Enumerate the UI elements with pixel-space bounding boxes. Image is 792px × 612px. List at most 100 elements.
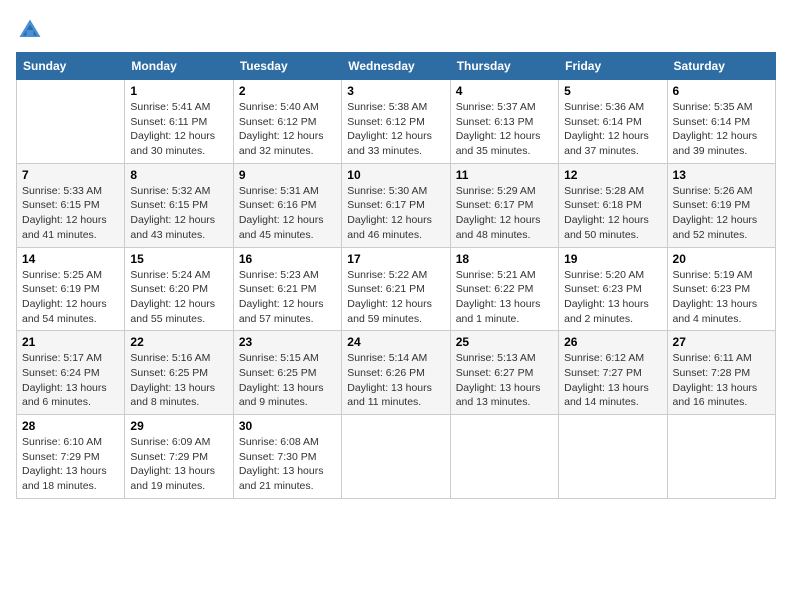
cell-content: Sunrise: 5:30 AM Sunset: 6:17 PM Dayligh… xyxy=(347,184,444,243)
calendar-cell: 15Sunrise: 5:24 AM Sunset: 6:20 PM Dayli… xyxy=(125,247,233,331)
calendar-cell: 8 Sunrise: 5:32 AM Sunset: 6:15 PM Daylig… xyxy=(125,163,233,247)
day-number: 21 xyxy=(22,335,119,349)
cell-content: Sunrise: 6:09 AM Sunset: 7:29 PM Dayligh… xyxy=(130,435,227,494)
week-row-3: 21 Sunrise: 5:17 AM Sunset: 6:24 PM Dayli… xyxy=(17,331,776,415)
day-number: 16 xyxy=(239,252,336,266)
week-row-4: 28 Sunrise: 6:10 AM Sunset: 7:29 PM Dayli… xyxy=(17,415,776,499)
calendar-cell xyxy=(450,415,558,499)
calendar-cell: 23 Sunrise: 5:15 AM Sunset: 6:25 PM Dayli… xyxy=(233,331,341,415)
cell-content: Sunrise: 5:23 AM Sunset: 6:21 PM Dayligh… xyxy=(239,268,336,327)
calendar-cell: 27 Sunrise: 6:11 AM Sunset: 7:28 PM Dayli… xyxy=(667,331,775,415)
calendar-cell: 26 Sunrise: 6:12 AM Sunset: 7:27 PM Dayli… xyxy=(559,331,667,415)
cell-content: Sunrise: 5:16 AM Sunset: 6:25 PM Dayligh… xyxy=(130,351,227,410)
calendar-cell: 24 Sunrise: 5:14 AM Sunset: 6:26 PM Dayli… xyxy=(342,331,450,415)
day-number: 17 xyxy=(347,252,444,266)
cell-content: Sunrise: 6:12 AM Sunset: 7:27 PM Dayligh… xyxy=(564,351,661,410)
calendar-cell: 11Sunrise: 5:29 AM Sunset: 6:17 PM Dayli… xyxy=(450,163,558,247)
logo-icon xyxy=(16,16,44,44)
cell-content: Sunrise: 5:33 AM Sunset: 6:15 PM Dayligh… xyxy=(22,184,119,243)
calendar-cell: 28 Sunrise: 6:10 AM Sunset: 7:29 PM Dayli… xyxy=(17,415,125,499)
day-number: 3 xyxy=(347,84,444,98)
day-number: 14 xyxy=(22,252,119,266)
week-row-2: 14 Sunrise: 5:25 AM Sunset: 6:19 PM Dayli… xyxy=(17,247,776,331)
calendar-cell: 6 Sunrise: 5:35 AM Sunset: 6:14 PM Daylig… xyxy=(667,80,775,164)
header-monday: Monday xyxy=(125,53,233,80)
day-number: 23 xyxy=(239,335,336,349)
cell-content: Sunrise: 5:37 AM Sunset: 6:13 PM Dayligh… xyxy=(456,100,553,159)
calendar-table: SundayMondayTuesdayWednesdayThursdayFrid… xyxy=(16,52,776,499)
day-number: 10 xyxy=(347,168,444,182)
day-number: 5 xyxy=(564,84,661,98)
week-row-1: 7Sunrise: 5:33 AM Sunset: 6:15 PM Daylig… xyxy=(17,163,776,247)
calendar-cell xyxy=(667,415,775,499)
day-number: 4 xyxy=(456,84,553,98)
day-number: 6 xyxy=(673,84,770,98)
calendar-cell: 20 Sunrise: 5:19 AM Sunset: 6:23 PM Dayli… xyxy=(667,247,775,331)
header-row: SundayMondayTuesdayWednesdayThursdayFrid… xyxy=(17,53,776,80)
day-number: 13 xyxy=(673,168,770,182)
cell-content: Sunrise: 6:10 AM Sunset: 7:29 PM Dayligh… xyxy=(22,435,119,494)
calendar-header: SundayMondayTuesdayWednesdayThursdayFrid… xyxy=(17,53,776,80)
day-number: 12 xyxy=(564,168,661,182)
day-number: 8 xyxy=(130,168,227,182)
calendar-cell: 30Sunrise: 6:08 AM Sunset: 7:30 PM Dayli… xyxy=(233,415,341,499)
calendar-cell: 7Sunrise: 5:33 AM Sunset: 6:15 PM Daylig… xyxy=(17,163,125,247)
header-thursday: Thursday xyxy=(450,53,558,80)
calendar-cell: 4 Sunrise: 5:37 AM Sunset: 6:13 PM Daylig… xyxy=(450,80,558,164)
calendar-cell: 3 Sunrise: 5:38 AM Sunset: 6:12 PM Daylig… xyxy=(342,80,450,164)
calendar-cell: 22 Sunrise: 5:16 AM Sunset: 6:25 PM Dayli… xyxy=(125,331,233,415)
calendar-cell: 1 Sunrise: 5:41 AM Sunset: 6:11 PM Daylig… xyxy=(125,80,233,164)
cell-content: Sunrise: 5:41 AM Sunset: 6:11 PM Dayligh… xyxy=(130,100,227,159)
header-sunday: Sunday xyxy=(17,53,125,80)
calendar-cell: 16 Sunrise: 5:23 AM Sunset: 6:21 PM Dayli… xyxy=(233,247,341,331)
day-number: 20 xyxy=(673,252,770,266)
cell-content: Sunrise: 5:31 AM Sunset: 6:16 PM Dayligh… xyxy=(239,184,336,243)
cell-content: Sunrise: 5:15 AM Sunset: 6:25 PM Dayligh… xyxy=(239,351,336,410)
cell-content: Sunrise: 5:22 AM Sunset: 6:21 PM Dayligh… xyxy=(347,268,444,327)
cell-content: Sunrise: 5:32 AM Sunset: 6:15 PM Dayligh… xyxy=(130,184,227,243)
cell-content: Sunrise: 5:21 AM Sunset: 6:22 PM Dayligh… xyxy=(456,268,553,327)
header-tuesday: Tuesday xyxy=(233,53,341,80)
cell-content: Sunrise: 5:36 AM Sunset: 6:14 PM Dayligh… xyxy=(564,100,661,159)
cell-content: Sunrise: 6:11 AM Sunset: 7:28 PM Dayligh… xyxy=(673,351,770,410)
calendar-cell: 12 Sunrise: 5:28 AM Sunset: 6:18 PM Dayli… xyxy=(559,163,667,247)
day-number: 28 xyxy=(22,419,119,433)
calendar-cell xyxy=(559,415,667,499)
header-friday: Friday xyxy=(559,53,667,80)
day-number: 2 xyxy=(239,84,336,98)
calendar-body: 1 Sunrise: 5:41 AM Sunset: 6:11 PM Daylig… xyxy=(17,80,776,499)
logo xyxy=(16,16,48,44)
day-number: 25 xyxy=(456,335,553,349)
day-number: 1 xyxy=(130,84,227,98)
calendar-cell xyxy=(17,80,125,164)
cell-content: Sunrise: 5:25 AM Sunset: 6:19 PM Dayligh… xyxy=(22,268,119,327)
cell-content: Sunrise: 5:35 AM Sunset: 6:14 PM Dayligh… xyxy=(673,100,770,159)
calendar-cell: 2Sunrise: 5:40 AM Sunset: 6:12 PM Daylig… xyxy=(233,80,341,164)
calendar-cell: 29 Sunrise: 6:09 AM Sunset: 7:29 PM Dayli… xyxy=(125,415,233,499)
cell-content: Sunrise: 5:26 AM Sunset: 6:19 PM Dayligh… xyxy=(673,184,770,243)
day-number: 29 xyxy=(130,419,227,433)
cell-content: Sunrise: 5:28 AM Sunset: 6:18 PM Dayligh… xyxy=(564,184,661,243)
cell-content: Sunrise: 5:24 AM Sunset: 6:20 PM Dayligh… xyxy=(130,268,227,327)
calendar-cell: 9Sunrise: 5:31 AM Sunset: 6:16 PM Daylig… xyxy=(233,163,341,247)
cell-content: Sunrise: 5:38 AM Sunset: 6:12 PM Dayligh… xyxy=(347,100,444,159)
cell-content: Sunrise: 5:14 AM Sunset: 6:26 PM Dayligh… xyxy=(347,351,444,410)
day-number: 19 xyxy=(564,252,661,266)
cell-content: Sunrise: 5:29 AM Sunset: 6:17 PM Dayligh… xyxy=(456,184,553,243)
cell-content: Sunrise: 5:17 AM Sunset: 6:24 PM Dayligh… xyxy=(22,351,119,410)
day-number: 22 xyxy=(130,335,227,349)
calendar-cell: 25Sunrise: 5:13 AM Sunset: 6:27 PM Dayli… xyxy=(450,331,558,415)
day-number: 24 xyxy=(347,335,444,349)
calendar-cell: 17 Sunrise: 5:22 AM Sunset: 6:21 PM Dayli… xyxy=(342,247,450,331)
calendar-cell xyxy=(342,415,450,499)
calendar-cell: 21 Sunrise: 5:17 AM Sunset: 6:24 PM Dayli… xyxy=(17,331,125,415)
calendar-cell: 10 Sunrise: 5:30 AM Sunset: 6:17 PM Dayli… xyxy=(342,163,450,247)
cell-content: Sunrise: 6:08 AM Sunset: 7:30 PM Dayligh… xyxy=(239,435,336,494)
cell-content: Sunrise: 5:19 AM Sunset: 6:23 PM Dayligh… xyxy=(673,268,770,327)
day-number: 18 xyxy=(456,252,553,266)
day-number: 27 xyxy=(673,335,770,349)
calendar-cell: 5 Sunrise: 5:36 AM Sunset: 6:14 PM Daylig… xyxy=(559,80,667,164)
cell-content: Sunrise: 5:20 AM Sunset: 6:23 PM Dayligh… xyxy=(564,268,661,327)
week-row-0: 1 Sunrise: 5:41 AM Sunset: 6:11 PM Daylig… xyxy=(17,80,776,164)
day-number: 26 xyxy=(564,335,661,349)
